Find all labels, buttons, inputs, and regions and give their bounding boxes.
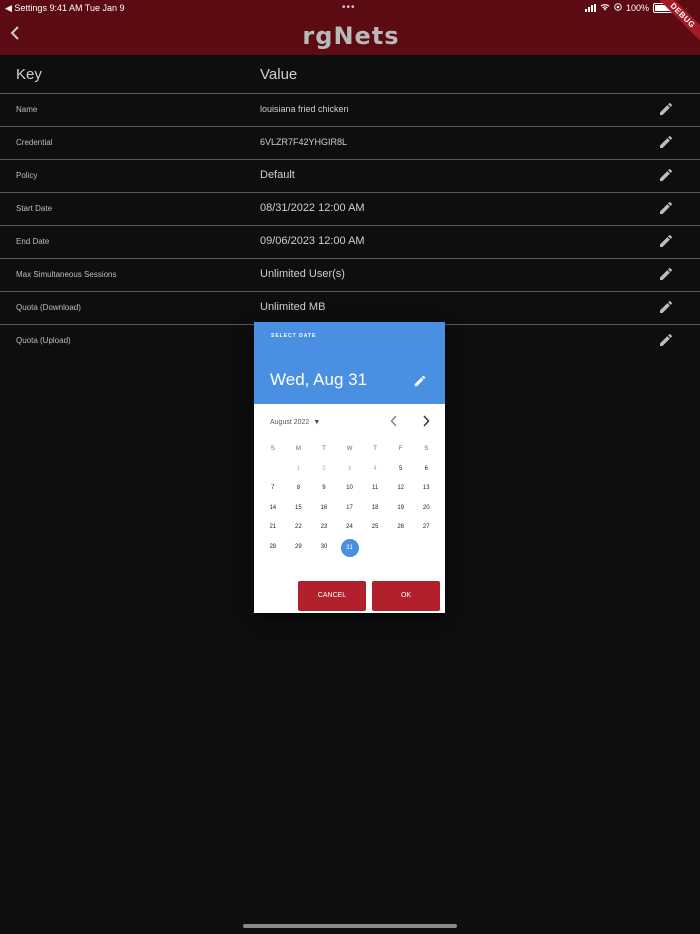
calendar-week-row: 21 22 23 24 25 26 27 <box>260 518 439 538</box>
day-cell[interactable]: 7 <box>260 479 286 499</box>
month-year-label: August 2022 <box>270 419 310 426</box>
day-cell[interactable]: 23 <box>311 518 337 538</box>
selected-date-text: Wed, Aug 31 <box>270 370 368 389</box>
day-cell: 2 <box>322 465 326 472</box>
day-cell[interactable]: 14 <box>260 499 286 519</box>
day-cell[interactable]: 20 <box>413 499 439 519</box>
chevron-left-icon <box>390 415 397 427</box>
previous-month-button[interactable] <box>388 415 400 429</box>
day-cell[interactable]: 30 <box>311 538 337 558</box>
day-cell[interactable]: 15 <box>286 499 312 519</box>
day-cell: 1 <box>296 465 301 472</box>
date-picker-dialog: SELECT DATE Wed, Aug 31 August 2022 ▼ S M T… <box>254 322 445 613</box>
selected-day[interactable]: 31 <box>340 538 359 557</box>
chevron-right-icon <box>423 415 430 427</box>
weekday-label: S <box>424 446 429 452</box>
dropdown-arrow-icon: ▼ <box>313 419 321 426</box>
day-cell[interactable]: 8 <box>286 479 312 499</box>
day-cell[interactable]: 24 <box>337 518 363 538</box>
ok-button[interactable]: OK <box>372 581 440 611</box>
empty-day-cell <box>413 538 439 558</box>
select-date-label: SELECT DATE <box>271 333 317 339</box>
empty-day-cell <box>362 538 388 558</box>
day-cell[interactable]: 22 <box>286 518 312 538</box>
day-cell[interactable]: 19 <box>388 499 414 519</box>
weekday-label: S <box>270 446 275 452</box>
day-cell[interactable]: 31 <box>337 538 363 558</box>
weekday-label: F <box>398 446 403 452</box>
day-cell[interactable]: 25 <box>362 518 388 538</box>
day-cell: 4 <box>373 465 377 472</box>
day-cell[interactable]: 18 <box>362 499 388 519</box>
calendar-week-row: 1 2 3 4 56 <box>260 460 439 480</box>
month-year-selector[interactable]: August 2022 ▼ <box>270 419 320 426</box>
date-picker-header: SELECT DATE Wed, Aug 31 <box>254 322 445 404</box>
empty-day-cell <box>260 460 286 480</box>
weekday-header-row: SMTWTFS <box>260 440 439 460</box>
calendar-week-row: 28 29 30 31 <box>260 538 439 558</box>
day-cell[interactable]: 13 <box>413 479 439 499</box>
day-cell[interactable]: 28 <box>260 538 286 558</box>
next-month-button[interactable] <box>420 415 432 429</box>
day-cell: 3 <box>347 465 352 472</box>
day-cell[interactable]: 9 <box>311 479 337 499</box>
day-cell[interactable]: 29 <box>286 538 312 558</box>
empty-day-cell <box>388 538 414 558</box>
calendar-week-row: 7 8 9 10 11 12 13 <box>260 479 439 499</box>
day-cell[interactable]: 12 <box>388 479 414 499</box>
edit-input-mode-icon[interactable] <box>413 374 427 388</box>
cancel-button[interactable]: CANCEL <box>298 581 366 611</box>
day-cell[interactable]: 6 <box>413 460 439 480</box>
day-cell[interactable]: 26 <box>388 518 414 538</box>
day-cell[interactable]: 5 <box>388 460 414 480</box>
calendar-grid: S M T W T F S 1 2 3 4 5 6 7 8 9 10 11 12 13 14 15 16 17 18 19 20 21… <box>260 440 439 558</box>
weekday-label: W <box>346 446 353 452</box>
day-cell[interactable]: 17 <box>337 499 363 519</box>
day-cell[interactable]: 21 <box>260 518 286 538</box>
weekday-label: T <box>322 446 326 452</box>
home-indicator[interactable] <box>243 924 457 928</box>
weekday-label: M <box>295 446 301 452</box>
day-cell[interactable]: 16 <box>311 499 337 519</box>
day-cell[interactable]: 10 <box>337 479 363 499</box>
day-cell[interactable]: 27 <box>413 518 439 538</box>
calendar-week-row: 14 15 16 17 18 19 20 <box>260 499 439 519</box>
day-cell[interactable]: 11 <box>362 479 388 499</box>
weekday-label: T <box>373 446 377 452</box>
